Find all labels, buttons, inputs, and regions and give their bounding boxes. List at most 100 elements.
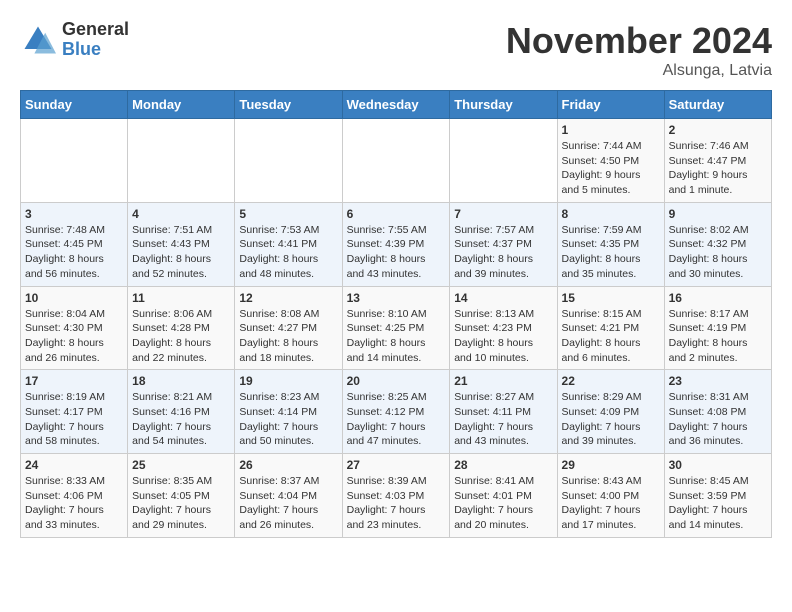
- day-number: 27: [347, 458, 446, 472]
- day-cell-29: 29 Sunrise: 8:43 AM Sunset: 4:00 PM Dayli…: [557, 454, 664, 538]
- day-info: Sunrise: 8:13 AM Sunset: 4:23 PM Dayligh…: [454, 307, 552, 366]
- day-info: Sunrise: 7:46 AM Sunset: 4:47 PM Dayligh…: [669, 139, 767, 198]
- day-number: 12: [239, 291, 337, 305]
- day-cell-12: 12 Sunrise: 8:08 AM Sunset: 4:27 PM Dayli…: [235, 286, 342, 370]
- weekday-tuesday: Tuesday: [235, 91, 342, 119]
- day-info: Sunrise: 7:44 AM Sunset: 4:50 PM Dayligh…: [562, 139, 660, 198]
- day-info: Sunrise: 8:25 AM Sunset: 4:12 PM Dayligh…: [347, 390, 446, 449]
- day-info: Sunrise: 8:45 AM Sunset: 3:59 PM Dayligh…: [669, 474, 767, 533]
- day-cell-7: 7 Sunrise: 7:57 AM Sunset: 4:37 PM Daylig…: [450, 202, 557, 286]
- day-info: Sunrise: 7:53 AM Sunset: 4:41 PM Dayligh…: [239, 223, 337, 282]
- day-number: 5: [239, 207, 337, 221]
- day-cell-5: 5 Sunrise: 7:53 AM Sunset: 4:41 PM Daylig…: [235, 202, 342, 286]
- day-cell-18: 18 Sunrise: 8:21 AM Sunset: 4:16 PM Dayli…: [128, 370, 235, 454]
- day-cell-21: 21Sunrise: 8:27 AM Sunset: 4:11 PM Dayli…: [450, 370, 557, 454]
- day-cell-4: 4 Sunrise: 7:51 AM Sunset: 4:43 PM Daylig…: [128, 202, 235, 286]
- day-info: Sunrise: 8:21 AM Sunset: 4:16 PM Dayligh…: [132, 390, 230, 449]
- day-info: Sunrise: 8:27 AM Sunset: 4:11 PM Dayligh…: [454, 390, 552, 449]
- logo-general-text: General: [62, 20, 129, 40]
- day-info: Sunrise: 8:19 AM Sunset: 4:17 PM Dayligh…: [25, 390, 123, 449]
- day-cell-26: 26Sunrise: 8:37 AM Sunset: 4:04 PM Dayli…: [235, 454, 342, 538]
- day-cell-1: 1 Sunrise: 7:44 AM Sunset: 4:50 PM Daylig…: [557, 119, 664, 203]
- logo-icon: [20, 22, 56, 58]
- empty-cell: [235, 119, 342, 203]
- day-cell-20: 20 Sunrise: 8:25 AM Sunset: 4:12 PM Dayli…: [342, 370, 450, 454]
- weekday-monday: Monday: [128, 91, 235, 119]
- day-number: 30: [669, 458, 767, 472]
- day-info: Sunrise: 7:59 AM Sunset: 4:35 PM Dayligh…: [562, 223, 660, 282]
- location-title: Alsunga, Latvia: [506, 62, 772, 80]
- day-number: 9: [669, 207, 767, 221]
- day-cell-24: 24 Sunrise: 8:33 AM Sunset: 4:06 PM Dayli…: [21, 454, 128, 538]
- day-number: 20: [347, 374, 446, 388]
- day-info: Sunrise: 8:29 AM Sunset: 4:09 PM Dayligh…: [562, 390, 660, 449]
- calendar-table: SundayMondayTuesdayWednesdayThursdayFrid…: [20, 90, 772, 538]
- day-cell-2: 2 Sunrise: 7:46 AM Sunset: 4:47 PM Daylig…: [664, 119, 771, 203]
- weekday-thursday: Thursday: [450, 91, 557, 119]
- day-number: 1: [562, 123, 660, 137]
- day-info: Sunrise: 8:41 AM Sunset: 4:01 PM Dayligh…: [454, 474, 552, 533]
- day-info: Sunrise: 7:55 AM Sunset: 4:39 PM Dayligh…: [347, 223, 446, 282]
- day-cell-28: 28 Sunrise: 8:41 AM Sunset: 4:01 PM Dayli…: [450, 454, 557, 538]
- day-cell-8: 8 Sunrise: 7:59 AM Sunset: 4:35 PM Daylig…: [557, 202, 664, 286]
- week-row-2: 3Sunrise: 7:48 AM Sunset: 4:45 PM Daylig…: [21, 202, 772, 286]
- day-info: Sunrise: 7:51 AM Sunset: 4:43 PM Dayligh…: [132, 223, 230, 282]
- day-number: 15: [562, 291, 660, 305]
- week-row-4: 17Sunrise: 8:19 AM Sunset: 4:17 PM Dayli…: [21, 370, 772, 454]
- day-number: 11: [132, 291, 230, 305]
- weekday-header-row: SundayMondayTuesdayWednesdayThursdayFrid…: [21, 91, 772, 119]
- day-number: 18: [132, 374, 230, 388]
- day-number: 6: [347, 207, 446, 221]
- day-number: 14: [454, 291, 552, 305]
- day-cell-30: 30 Sunrise: 8:45 AM Sunset: 3:59 PM Dayli…: [664, 454, 771, 538]
- day-number: 8: [562, 207, 660, 221]
- week-row-5: 24 Sunrise: 8:33 AM Sunset: 4:06 PM Dayli…: [21, 454, 772, 538]
- day-number: 2: [669, 123, 767, 137]
- day-cell-3: 3Sunrise: 7:48 AM Sunset: 4:45 PM Daylig…: [21, 202, 128, 286]
- logo: General Blue: [20, 20, 129, 60]
- day-cell-19: 19 Sunrise: 8:23 AM Sunset: 4:14 PM Dayli…: [235, 370, 342, 454]
- day-number: 28: [454, 458, 552, 472]
- weekday-sunday: Sunday: [21, 91, 128, 119]
- day-info: Sunrise: 7:57 AM Sunset: 4:37 PM Dayligh…: [454, 223, 552, 282]
- weekday-wednesday: Wednesday: [342, 91, 450, 119]
- day-cell-23: 23 Sunrise: 8:31 AM Sunset: 4:08 PM Dayli…: [664, 370, 771, 454]
- day-number: 10: [25, 291, 123, 305]
- week-row-1: 1 Sunrise: 7:44 AM Sunset: 4:50 PM Daylig…: [21, 119, 772, 203]
- day-number: 3: [25, 207, 123, 221]
- day-info: Sunrise: 8:06 AM Sunset: 4:28 PM Dayligh…: [132, 307, 230, 366]
- day-cell-9: 9 Sunrise: 8:02 AM Sunset: 4:32 PM Daylig…: [664, 202, 771, 286]
- day-info: Sunrise: 8:02 AM Sunset: 4:32 PM Dayligh…: [669, 223, 767, 282]
- day-number: 13: [347, 291, 446, 305]
- day-info: Sunrise: 8:15 AM Sunset: 4:21 PM Dayligh…: [562, 307, 660, 366]
- day-number: 16: [669, 291, 767, 305]
- day-cell-25: 25Sunrise: 8:35 AM Sunset: 4:05 PM Dayli…: [128, 454, 235, 538]
- day-info: Sunrise: 8:23 AM Sunset: 4:14 PM Dayligh…: [239, 390, 337, 449]
- empty-cell: [128, 119, 235, 203]
- empty-cell: [21, 119, 128, 203]
- day-info: Sunrise: 8:43 AM Sunset: 4:00 PM Dayligh…: [562, 474, 660, 533]
- day-cell-15: 15 Sunrise: 8:15 AM Sunset: 4:21 PM Dayli…: [557, 286, 664, 370]
- empty-cell: [450, 119, 557, 203]
- day-cell-17: 17Sunrise: 8:19 AM Sunset: 4:17 PM Dayli…: [21, 370, 128, 454]
- day-number: 24: [25, 458, 123, 472]
- day-info: Sunrise: 8:33 AM Sunset: 4:06 PM Dayligh…: [25, 474, 123, 533]
- day-info: Sunrise: 8:31 AM Sunset: 4:08 PM Dayligh…: [669, 390, 767, 449]
- day-number: 4: [132, 207, 230, 221]
- day-cell-13: 13Sunrise: 8:10 AM Sunset: 4:25 PM Dayli…: [342, 286, 450, 370]
- day-number: 25: [132, 458, 230, 472]
- day-number: 19: [239, 374, 337, 388]
- day-number: 7: [454, 207, 552, 221]
- day-cell-10: 10 Sunrise: 8:04 AM Sunset: 4:30 PM Dayli…: [21, 286, 128, 370]
- day-number: 22: [562, 374, 660, 388]
- day-info: Sunrise: 8:39 AM Sunset: 4:03 PM Dayligh…: [347, 474, 446, 533]
- day-cell-6: 6 Sunrise: 7:55 AM Sunset: 4:39 PM Daylig…: [342, 202, 450, 286]
- day-number: 23: [669, 374, 767, 388]
- day-info: Sunrise: 8:08 AM Sunset: 4:27 PM Dayligh…: [239, 307, 337, 366]
- day-cell-27: 27 Sunrise: 8:39 AM Sunset: 4:03 PM Dayli…: [342, 454, 450, 538]
- title-block: November 2024 Alsunga, Latvia: [506, 20, 772, 80]
- day-number: 29: [562, 458, 660, 472]
- day-info: Sunrise: 8:17 AM Sunset: 4:19 PM Dayligh…: [669, 307, 767, 366]
- weekday-saturday: Saturday: [664, 91, 771, 119]
- day-info: Sunrise: 8:04 AM Sunset: 4:30 PM Dayligh…: [25, 307, 123, 366]
